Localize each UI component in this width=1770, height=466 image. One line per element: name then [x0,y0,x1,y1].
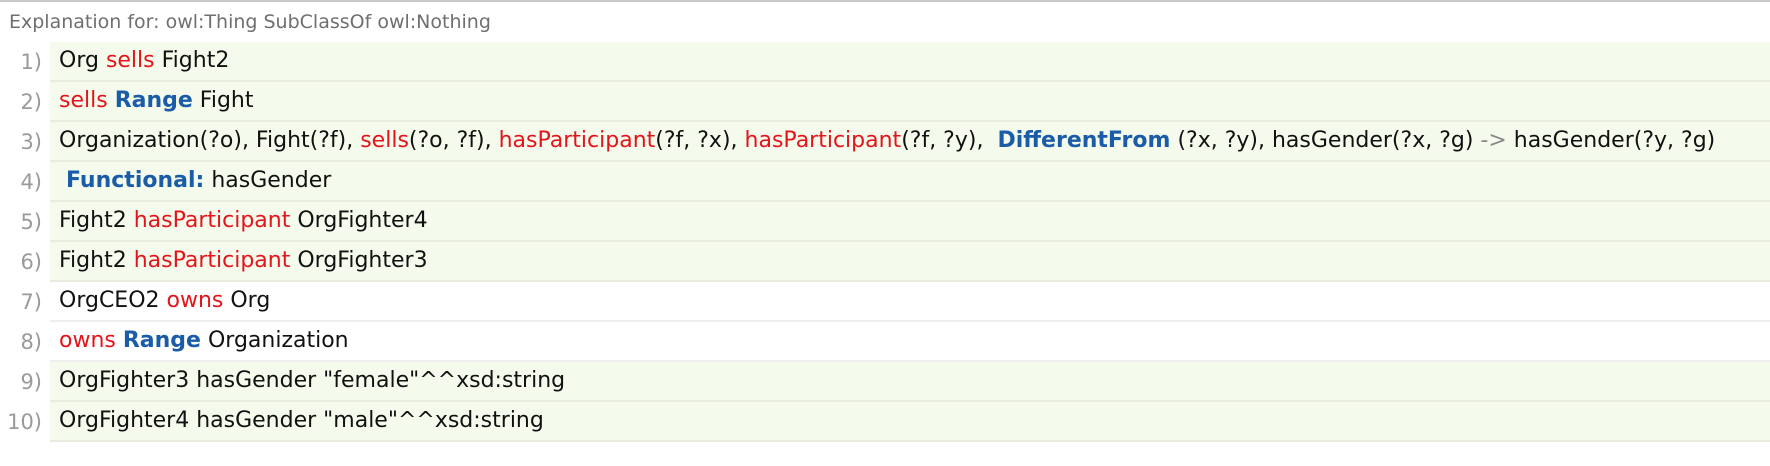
axiom-text: owns Range Organization [50,322,1770,362]
axiom-row[interactable]: 7) OrgCEO2 owns Org [0,282,1770,322]
entity-token [116,328,123,353]
axiom-text: sells Range Fight [50,82,1770,122]
property-token: hasParticipant [133,248,291,273]
entity-token: OrgFighter3 hasGender "female"^^xsd:stri… [59,368,566,393]
entity-token: Fight [192,88,254,113]
entity-token: hasGender [204,168,332,193]
axiom-row[interactable]: 5) Fight2 hasParticipant OrgFighter4 [0,202,1770,242]
axiom-number: 10) [7,410,42,434]
entity-token: (?o, ?f), [408,128,499,153]
property-token: sells [59,88,108,113]
axiom-number: 3) [20,130,42,154]
axiom-text: OrgFighter3 hasGender "female"^^xsd:stri… [50,362,1770,402]
axiom-text: Organization(?o), Fight(?f), sells(?o, ?… [50,122,1770,162]
property-token: sells [360,128,409,153]
axiom-row[interactable]: 4) Functional: hasGender [0,162,1770,202]
entity-token [59,168,66,193]
axiom-number: 6) [20,250,42,274]
axiom-row[interactable]: 10) OrgFighter4 hasGender "male"^^xsd:str… [0,402,1770,442]
axiom-text: Org sells Fight2 [50,42,1770,82]
axiom-list: 1) Org sells Fight2 2) sells Range Fight 3) O… [0,42,1770,442]
axiom-number: 4) [20,170,42,194]
property-token: hasParticipant [498,128,656,153]
property-token: hasParticipant [744,128,902,153]
entity-token: Organization(?o), Fight(?f), [59,128,361,153]
entity-token: (?f, ?y), [901,128,998,153]
entity-token: OrgCEO2 [59,288,167,313]
axiom-row[interactable]: 1) Org sells Fight2 [0,42,1770,82]
axiom-text: Functional: hasGender [50,162,1770,202]
entity-token: OrgFighter3 [290,248,428,273]
entity-token: Organization [200,328,349,353]
axiom-text: Fight2 hasParticipant OrgFighter4 [50,202,1770,242]
keyword-token: Range [122,328,201,353]
axiom-number: 7) [20,290,42,314]
entity-token: OrgFighter4 hasGender "male"^^xsd:string [59,408,544,433]
entity-token: (?x, ?y), hasGender(?x, ?g) [1170,128,1481,153]
entity-token: (?f, ?x), [655,128,745,153]
entity-token: Fight2 [59,248,134,273]
axiom-number: 9) [20,370,42,394]
entity-token: OrgFighter4 [290,208,428,233]
axiom-row[interactable]: 6) Fight2 hasParticipant OrgFighter3 [0,242,1770,282]
entity-token: hasGender(?y, ?g) [1506,128,1716,153]
axiom-row[interactable]: 3) Organization(?o), Fight(?f), sells(?o,… [0,122,1770,162]
property-token: sells [105,48,155,73]
explanation-header: Explanation for: owl:Thing SubClassOf ow… [9,11,491,33]
explanation-panel: Explanation for: owl:Thing SubClassOf ow… [0,0,1770,466]
keyword-token: DifferentFrom [997,128,1171,153]
axiom-row[interactable]: 8) owns Range Organization [0,322,1770,362]
property-token: owns [166,288,224,313]
keyword-token: Functional: [66,168,205,193]
axiom-number: 5) [20,210,42,234]
axiom-number: 8) [20,330,42,354]
operator-token: -> [1480,128,1507,153]
axiom-number: 1) [20,50,42,74]
axiom-row[interactable]: 2) sells Range Fight [0,82,1770,122]
entity-token: Fight2 [59,208,134,233]
axiom-text: OrgFighter4 hasGender "male"^^xsd:string [50,402,1770,442]
entity-token [108,88,115,113]
property-token: owns [59,328,116,353]
entity-token: Org [59,48,106,73]
property-token: hasParticipant [133,208,291,233]
axiom-text: OrgCEO2 owns Org [50,282,1770,322]
axiom-text: Fight2 hasParticipant OrgFighter3 [50,242,1770,282]
entity-token: Fight2 [154,48,230,73]
entity-token: Org [223,288,271,313]
axiom-row[interactable]: 9) OrgFighter3 hasGender "female"^^xsd:st… [0,362,1770,402]
keyword-token: Range [114,88,193,113]
axiom-number: 2) [20,90,42,114]
